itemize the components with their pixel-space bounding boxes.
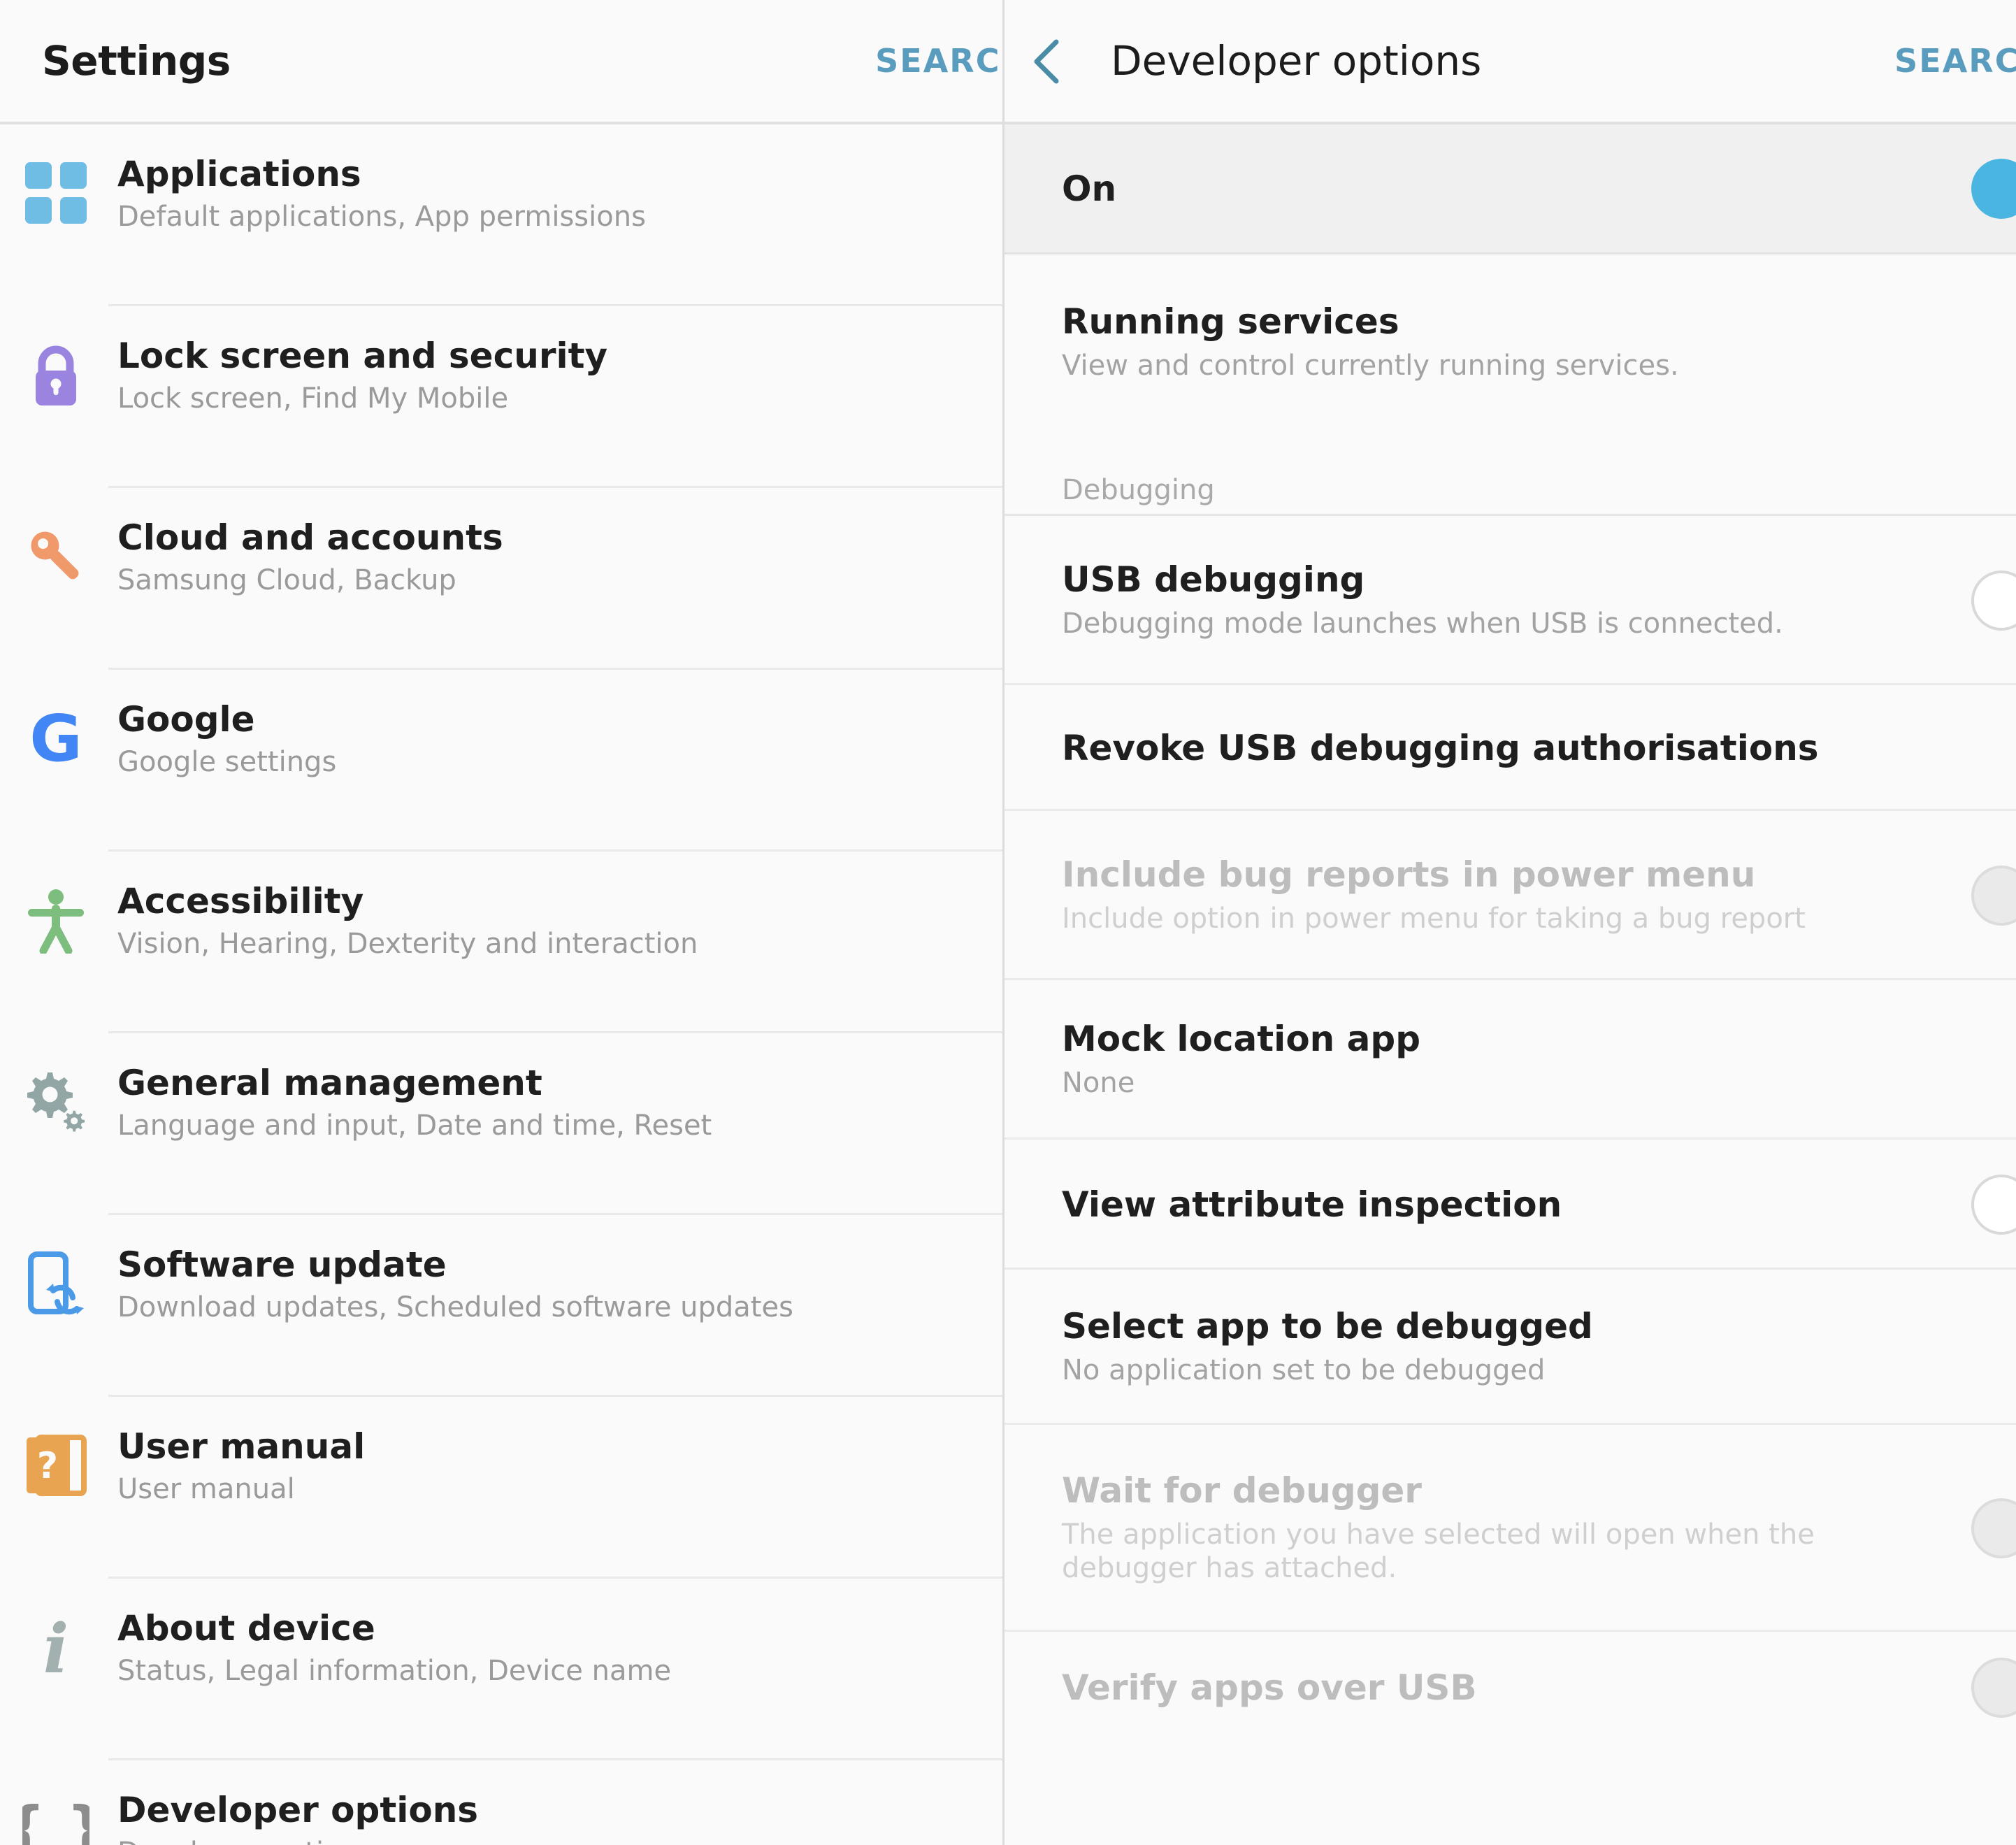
row-title: Verify apps over USB bbox=[1062, 1667, 1477, 1708]
svg-text:G: G bbox=[29, 705, 82, 772]
settings-list: Applications Default applications, App p… bbox=[0, 124, 1002, 1845]
row-wait-for-debugger[interactable]: Wait for debugger The application you ha… bbox=[1005, 1425, 2016, 1632]
row-title: Running services bbox=[1062, 301, 1399, 342]
developer-options-right-panel: Developer options SEARCH On Running serv… bbox=[1005, 0, 2016, 1845]
sidebar-item-text: User manual User manual bbox=[112, 1428, 1002, 1505]
page-title: Developer options bbox=[1111, 37, 1482, 85]
wait-for-debugger-toggle[interactable] bbox=[1971, 1498, 2016, 1558]
sidebar-item-text: Software update Download updates, Schedu… bbox=[112, 1246, 1002, 1323]
row-include-bug-reports-in-power-menu[interactable]: Include bug reports in power menu Includ… bbox=[1005, 811, 2016, 980]
sidebar-item-label: Applications bbox=[117, 154, 361, 194]
row-subtitle: Include option in power menu for taking … bbox=[1062, 902, 1806, 935]
software-update-icon bbox=[0, 1246, 112, 1317]
sidebar-item-cloud-and-accounts[interactable]: Cloud and accounts Samsung Cloud, Backup bbox=[0, 488, 1002, 670]
sidebar-item-text: Lock screen and security Lock screen, Fi… bbox=[112, 337, 1002, 414]
accessibility-person-icon bbox=[0, 882, 112, 954]
sidebar-item-label: User manual bbox=[117, 1426, 366, 1467]
settings-header: Settings SEARCH bbox=[0, 0, 1002, 124]
sidebar-item-subtitle: Default applications, App permissions bbox=[117, 201, 646, 233]
row-usb-debugging[interactable]: USB debugging Debugging mode launches wh… bbox=[1005, 516, 2016, 685]
sidebar-item-subtitle: Download updates, Scheduled software upd… bbox=[117, 1291, 793, 1323]
user-manual-book-icon: ? bbox=[0, 1428, 112, 1499]
sidebar-item-text: General management Language and input, D… bbox=[112, 1064, 1002, 1141]
sidebar-item-subtitle: Vision, Hearing, Dexterity and interacti… bbox=[117, 928, 698, 960]
sidebar-item-subtitle: Developer options bbox=[117, 1837, 988, 1845]
search-button[interactable]: SEARCH bbox=[875, 0, 1002, 122]
row-title: Select app to be debugged bbox=[1062, 1305, 1593, 1347]
chevron-left-icon[interactable] bbox=[1020, 34, 1076, 89]
sidebar-item-label: Developer options bbox=[117, 1790, 479, 1830]
sidebar-item-user-manual[interactable]: ? User manual User manual bbox=[0, 1397, 1002, 1579]
verify-apps-over-usb-toggle[interactable] bbox=[1971, 1658, 2016, 1718]
developer-options-header: Developer options SEARCH bbox=[1005, 0, 2016, 124]
sidebar-item-lock-screen-and-security[interactable]: Lock screen and security Lock screen, Fi… bbox=[0, 306, 1002, 488]
sidebar-item-text: Applications Default applications, App p… bbox=[112, 155, 1002, 232]
sidebar-item-text: Accessibility Vision, Hearing, Dexterity… bbox=[112, 882, 1002, 959]
settings-left-panel: Settings SEARCH Applications Default app… bbox=[0, 0, 1005, 1845]
master-toggle-switch[interactable] bbox=[1971, 158, 2016, 219]
gears-icon bbox=[0, 1064, 112, 1135]
sidebar-item-subtitle: Samsung Cloud, Backup bbox=[117, 564, 456, 596]
lock-icon bbox=[0, 337, 112, 408]
sidebar-item-label: Lock screen and security bbox=[117, 336, 608, 376]
row-revoke-usb-debugging-authorisations[interactable]: Revoke USB debugging authorisations bbox=[1005, 685, 2016, 811]
sidebar-item-general-management[interactable]: General management Language and input, D… bbox=[0, 1033, 1002, 1215]
sidebar-item-subtitle: Language and input, Date and time, Reset bbox=[117, 1110, 712, 1142]
row-subtitle: View and control currently running servi… bbox=[1062, 349, 1679, 382]
row-subtitle: Debugging mode launches when USB is conn… bbox=[1062, 607, 1783, 640]
sidebar-item-label: General management bbox=[117, 1063, 542, 1103]
sidebar-item-software-update[interactable]: Software update Download updates, Schedu… bbox=[0, 1215, 1002, 1397]
info-icon: i bbox=[0, 1609, 112, 1681]
dual-pane-settings-screen: Settings SEARCH Applications Default app… bbox=[0, 0, 2016, 1845]
row-title: Wait for debugger bbox=[1062, 1470, 1422, 1512]
row-subtitle: None bbox=[1062, 1066, 1135, 1099]
section-header-label: Debugging bbox=[1062, 474, 1215, 506]
developer-options-master-toggle-row[interactable]: On bbox=[1005, 124, 2016, 254]
sidebar-item-label: Google bbox=[117, 699, 255, 740]
search-button[interactable]: SEARCH bbox=[1894, 0, 2016, 122]
key-icon bbox=[0, 519, 112, 590]
row-view-attribute-inspection[interactable]: View attribute inspection bbox=[1005, 1140, 2016, 1270]
svg-text:?: ? bbox=[37, 1445, 58, 1487]
applications-grid-icon bbox=[0, 155, 112, 227]
sidebar-item-label: Cloud and accounts bbox=[117, 517, 503, 558]
sidebar-item-google[interactable]: G Google Google settings bbox=[0, 670, 1002, 852]
row-title: Mock location app bbox=[1062, 1018, 1420, 1059]
sidebar-item-applications[interactable]: Applications Default applications, App p… bbox=[0, 124, 1002, 306]
sidebar-item-subtitle: Google settings bbox=[117, 746, 337, 778]
sidebar-item-label: About device bbox=[117, 1608, 375, 1649]
master-toggle-label: On bbox=[1062, 168, 1117, 209]
sidebar-item-accessibility[interactable]: Accessibility Vision, Hearing, Dexterity… bbox=[0, 852, 1002, 1033]
view-attribute-inspection-toggle[interactable] bbox=[1971, 1175, 2016, 1235]
row-title: View attribute inspection bbox=[1062, 1184, 1562, 1225]
row-title: USB debugging bbox=[1062, 559, 1365, 600]
row-running-services[interactable]: Running services View and control curren… bbox=[1005, 254, 2016, 431]
sidebar-item-subtitle: User manual bbox=[117, 1473, 295, 1505]
row-mock-location-app[interactable]: Mock location app None bbox=[1005, 980, 2016, 1140]
sidebar-item-subtitle: Lock screen, Find My Mobile bbox=[117, 382, 509, 415]
sidebar-item-developer-options[interactable]: { } Developer options Developer options bbox=[0, 1760, 1002, 1845]
sidebar-item-label: Software update bbox=[117, 1244, 447, 1285]
sidebar-item-text: Developer options Developer options bbox=[112, 1791, 1002, 1845]
section-header-debugging: Debugging bbox=[1005, 431, 2016, 516]
sidebar-item-subtitle: Status, Legal information, Device name bbox=[117, 1655, 672, 1687]
curly-braces-icon: { } bbox=[0, 1791, 112, 1845]
sidebar-item-text: About device Status, Legal information, … bbox=[112, 1609, 1002, 1686]
sidebar-item-text: Cloud and accounts Samsung Cloud, Backup bbox=[112, 519, 1002, 596]
row-title: Include bug reports in power menu bbox=[1062, 854, 1756, 895]
row-verify-apps-over-usb[interactable]: Verify apps over USB bbox=[1005, 1632, 2016, 1744]
sidebar-item-about-device[interactable]: i About device Status, Legal information… bbox=[0, 1579, 1002, 1760]
google-g-icon: G bbox=[0, 701, 112, 772]
row-title: Revoke USB debugging authorisations bbox=[1062, 727, 1819, 768]
row-select-app-to-be-debugged[interactable]: Select app to be debugged No application… bbox=[1005, 1270, 2016, 1425]
row-subtitle: No application set to be debugged bbox=[1062, 1354, 1546, 1386]
page-title: Settings bbox=[42, 37, 231, 85]
row-subtitle: The application you have selected will o… bbox=[1062, 1519, 1815, 1584]
svg-text:i: i bbox=[43, 1614, 69, 1681]
svg-text:{ }: { } bbox=[22, 1795, 89, 1845]
sidebar-item-label: Accessibility bbox=[117, 881, 364, 921]
sidebar-item-text: Google Google settings bbox=[112, 701, 1002, 777]
